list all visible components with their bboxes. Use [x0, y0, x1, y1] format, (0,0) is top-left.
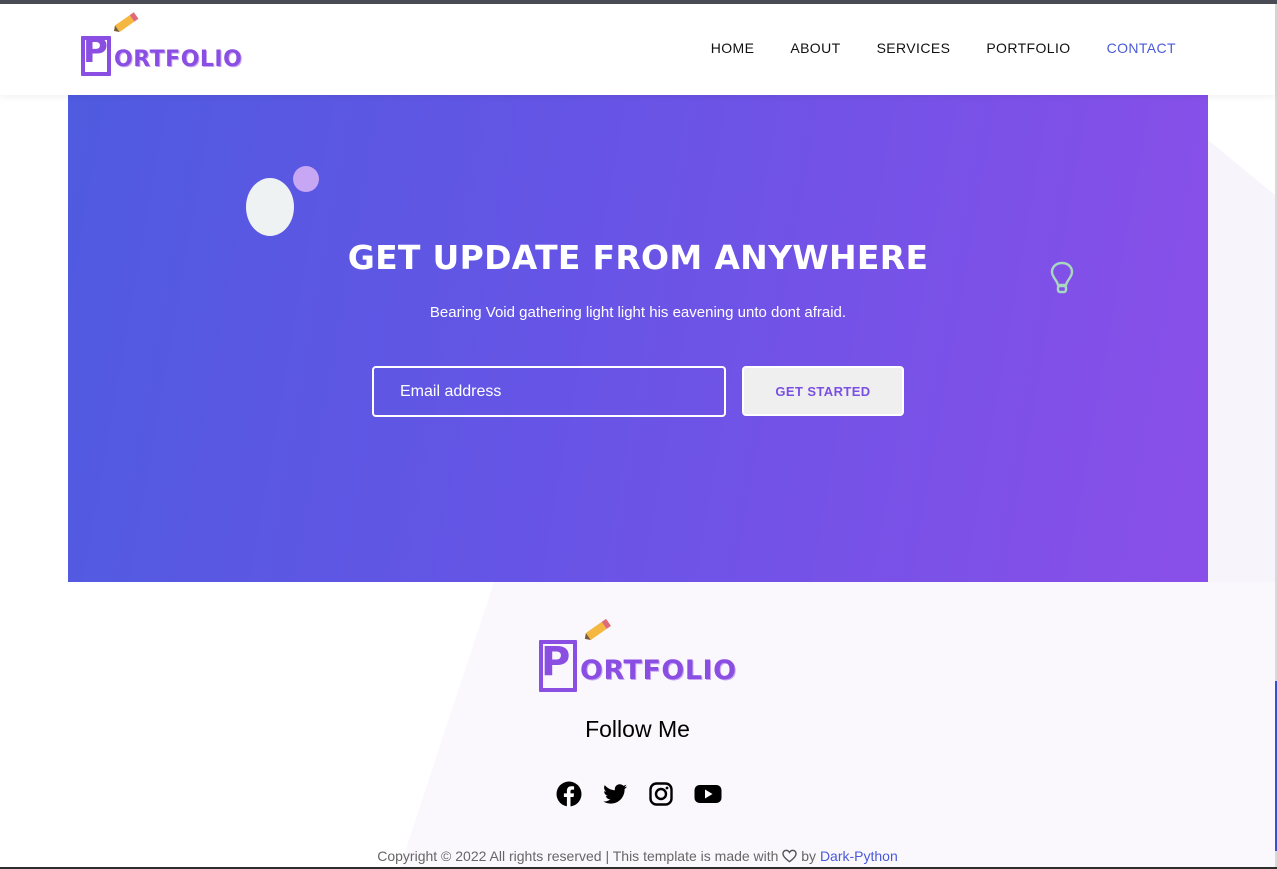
logo-mark: P	[538, 634, 578, 692]
nav-contact[interactable]: CONTACT	[1107, 40, 1176, 56]
youtube-icon[interactable]	[694, 781, 722, 807]
logo-text: ORTFOLIO	[580, 655, 737, 686]
nav-home[interactable]: HOME	[711, 40, 755, 56]
footer-logo[interactable]: P ORTFOLIO	[538, 618, 737, 692]
social-links	[556, 781, 722, 807]
newsletter-hero: GET UPDATE FROM ANYWHERE Bearing Void ga…	[68, 95, 1208, 582]
nav-services[interactable]: SERVICES	[877, 40, 951, 56]
copyright-text: Copyright © 2022 All rights reserved | T…	[0, 848, 1275, 864]
twitter-icon[interactable]	[602, 781, 628, 807]
main-nav: HOME ABOUT SERVICES PORTFOLIO CONTACT	[711, 40, 1176, 56]
get-started-button[interactable]: GET STARTED	[742, 366, 904, 416]
pencil-icon	[584, 618, 611, 640]
nav-portfolio[interactable]: PORTFOLIO	[986, 40, 1070, 56]
nav-about[interactable]: ABOUT	[790, 40, 840, 56]
logo-text: ORTFOLIO	[114, 47, 243, 72]
hero-title: GET UPDATE FROM ANYWHERE	[347, 238, 929, 277]
hero-subtitle: Bearing Void gathering light light his e…	[429, 304, 847, 321]
copyright-prefix: Copyright © 2022 All rights reserved | T…	[377, 848, 779, 864]
author-link[interactable]: Dark-Python	[820, 848, 898, 864]
copyright-by: by	[801, 848, 817, 864]
site-footer: P ORTFOLIO Follow Me Copyright © 2022 Al…	[0, 582, 1275, 867]
site-header: P ORTFOLIO HOME ABOUT SERVICES PORTFOLIO…	[0, 4, 1275, 95]
facebook-icon[interactable]	[556, 781, 582, 807]
heart-icon	[782, 849, 798, 863]
logo-mark: P	[80, 28, 112, 76]
email-input[interactable]	[372, 366, 726, 417]
decorative-dot	[293, 166, 319, 192]
instagram-icon[interactable]	[648, 781, 674, 807]
pencil-icon	[114, 12, 139, 32]
follow-heading: Follow Me	[585, 716, 690, 742]
header-logo[interactable]: P ORTFOLIO	[80, 12, 243, 76]
decorative-blob	[246, 178, 294, 236]
